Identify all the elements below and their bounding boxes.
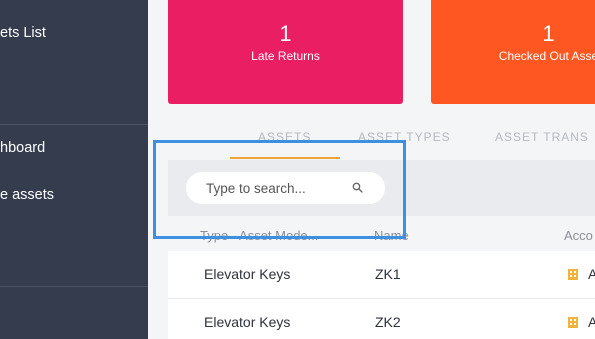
- sidebar-item-assets-list[interactable]: ets List: [0, 25, 148, 45]
- cell-type: Elevator Keys: [204, 266, 291, 282]
- tab-bar: ASSETS ASSET TYPES ASSET TRANS: [168, 124, 595, 160]
- tab-assets[interactable]: ASSETS: [258, 130, 311, 144]
- active-tab-indicator: [230, 157, 340, 159]
- cell-name: ZK1: [375, 266, 401, 282]
- kpi-value: 1: [279, 21, 292, 46]
- sidebar-item-dashboard[interactable]: hboard: [0, 140, 148, 160]
- search-panel: [168, 160, 595, 216]
- table-row[interactable]: Elevator Keys ZK2 A: [168, 299, 595, 339]
- cell-account: A: [588, 314, 595, 330]
- main-content: 1 Late Returns 1 Checked Out Asse ASSETS…: [148, 0, 595, 339]
- table-header: Type - Asset Mode... Name Acco: [168, 226, 595, 248]
- kpi-label: Late Returns: [251, 49, 320, 63]
- kpi-label: Checked Out Asse: [498, 49, 595, 63]
- search-box[interactable]: [186, 172, 385, 204]
- cell-type: Elevator Keys: [204, 314, 291, 330]
- sidebar-divider: [0, 124, 148, 125]
- cell-name: ZK2: [375, 314, 401, 330]
- kpi-card-checked-out[interactable]: 1 Checked Out Asse: [431, 0, 595, 104]
- tab-asset-types[interactable]: ASSET TYPES: [358, 130, 451, 144]
- search-icon[interactable]: [351, 181, 365, 195]
- building-icon: [568, 269, 578, 280]
- kpi-card-late-returns[interactable]: 1 Late Returns: [168, 0, 403, 104]
- sidebar-item-label: e assets: [0, 187, 54, 203]
- kpi-value: 1: [542, 21, 555, 46]
- cell-account: A: [588, 266, 595, 282]
- building-icon: [568, 317, 578, 328]
- search-input[interactable]: [206, 179, 356, 197]
- sidebar: ets List hboard e assets: [0, 0, 148, 339]
- table-row[interactable]: Elevator Keys ZK1 A: [168, 251, 595, 299]
- column-header-account[interactable]: Acco: [564, 228, 593, 243]
- sidebar-item-manage-assets[interactable]: e assets: [0, 187, 148, 207]
- tab-asset-transactions[interactable]: ASSET TRANS: [495, 130, 589, 144]
- sidebar-item-label: ets List: [0, 25, 46, 41]
- sidebar-divider: [0, 286, 148, 287]
- sidebar-item-label: hboard: [0, 140, 46, 156]
- column-header-name[interactable]: Name: [374, 228, 409, 243]
- column-header-type[interactable]: Type - Asset Mode...: [200, 228, 319, 243]
